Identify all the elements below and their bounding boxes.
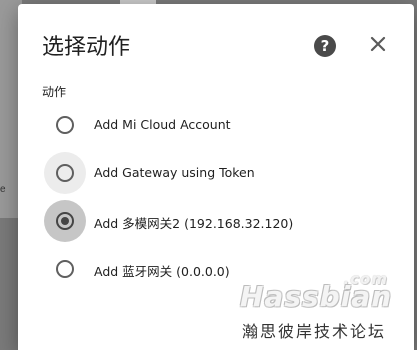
option-gateway-token[interactable]: Add Gateway using Token [44,152,384,200]
dialog-title: 选择动作 [42,35,131,60]
watermark: .com Hassbian 瀚思彼岸技术论坛 [226,270,416,346]
watermark-slogan: 瀚思彼岸技术论坛 [242,322,387,341]
radio-button[interactable] [56,212,74,230]
option-label: Add 蓝牙网关 (0.0.0.0) [94,264,230,279]
option-label: Add 多模网关2 (192.168.32.120) [94,216,294,231]
radio-ripple [44,152,86,194]
radio-button[interactable] [56,260,74,278]
section-label: 动作 [42,85,67,99]
help-icon[interactable]: ? [314,35,336,57]
radio-button[interactable] [56,164,74,182]
option-label: Add Gateway using Token [94,165,255,180]
option-multimode-gateway[interactable]: Add 多模网关2 (192.168.32.120) [44,200,384,248]
option-mi-cloud-account[interactable]: Add Mi Cloud Account [44,104,384,152]
option-label: Add Mi Cloud Account [94,117,231,132]
close-icon[interactable] [366,32,390,56]
radio-ripple [44,104,86,146]
backdrop-edge-text: e [0,184,6,195]
watermark-brand: Hassbian [240,280,393,313]
radio-button[interactable] [56,116,74,134]
radio-ripple [44,248,86,290]
radio-dot [61,217,69,225]
radio-ripple [44,200,86,242]
